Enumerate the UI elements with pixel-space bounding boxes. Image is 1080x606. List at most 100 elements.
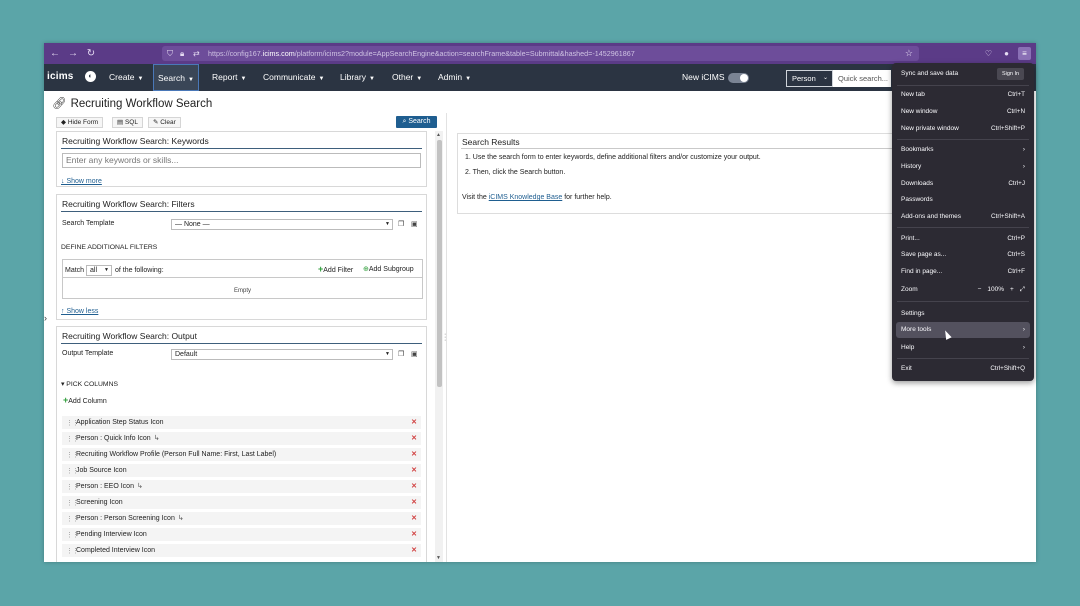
home-icon[interactable]: ◐ [85, 71, 96, 82]
menu-addons[interactable]: Add-ons and themes Ctrl+Shift+A [892, 209, 1034, 225]
hamburger-menu-icon[interactable]: ≡ [1018, 47, 1031, 60]
match-select[interactable]: all ▼ [86, 265, 112, 276]
search-button[interactable]: ⌕ Search [396, 116, 437, 128]
remove-icon[interactable]: ✕ [411, 448, 417, 462]
column-row[interactable]: ⋮⋮ Person : Person Screening Icon ↳ ✕ [62, 512, 421, 526]
clear-button[interactable]: ✎ Clear [148, 117, 181, 128]
icims-logo[interactable]: icims [47, 70, 74, 84]
menu-exit[interactable]: Exit Ctrl+Shift+Q [892, 361, 1034, 377]
page-title: 🔗︎ Recruiting Workflow Search [52, 98, 213, 110]
fullscreen-icon[interactable]: ⤢ [1020, 286, 1025, 293]
save-icon[interactable]: ▣ [411, 350, 418, 358]
show-more-link[interactable]: ↓ Show more [61, 178, 102, 185]
search-template-select[interactable]: — None — ▼ [171, 219, 393, 230]
knowledge-base-link[interactable]: iCIMS Knowledge Base [489, 194, 563, 201]
form-scroll-thumb[interactable] [437, 140, 442, 387]
menu-new-tab[interactable]: New tab Ctrl+T [892, 87, 1034, 103]
column-row[interactable]: ⋮⋮ Job Source Icon ✕ [62, 464, 421, 478]
forward-icon[interactable]: → [66, 47, 80, 61]
remove-icon[interactable]: ✕ [411, 528, 417, 542]
output-header: Recruiting Workflow Search: Output [62, 331, 197, 341]
menu-new-private-window[interactable]: New private window Ctrl+Shift+P [892, 121, 1034, 137]
url-text[interactable]: https://config167.icims.com/platform/ici… [208, 46, 635, 61]
add-column-button[interactable]: +Add Column [63, 395, 107, 405]
remove-icon[interactable]: ✕ [411, 432, 417, 446]
results-help-text: Visit the iCIMS Knowledge Base for furth… [462, 194, 612, 201]
menu-bookmarks[interactable]: Bookmarks › [892, 142, 1034, 158]
link-icon: 🔗︎ [52, 98, 67, 110]
account-icon[interactable]: ● [1000, 47, 1013, 60]
menu-passwords[interactable]: Passwords [892, 192, 1034, 208]
hide-form-button[interactable]: ◆ Hide Form [56, 117, 104, 128]
link-arrow-icon: ↳ [136, 483, 143, 490]
column-row[interactable]: ⋮⋮ Application Step Status Icon ✕ [62, 416, 421, 430]
nav-search[interactable]: Search ▼ [153, 64, 199, 91]
shield-icon[interactable]: ⛉ [167, 47, 173, 60]
nav-communicate[interactable]: Communicate ▼ [259, 64, 328, 91]
add-filter-button[interactable]: +Add Filter [318, 264, 353, 274]
scroll-down-icon[interactable]: ▼ [436, 555, 441, 561]
lock-icon[interactable]: 🔒︎ [180, 47, 184, 60]
menu-downloads[interactable]: Downloads Ctrl+J [892, 176, 1034, 192]
zoom-out-button[interactable]: − [978, 286, 982, 293]
column-row[interactable]: ⋮⋮ Screening Icon ✕ [62, 496, 421, 510]
remove-icon[interactable]: ✕ [411, 464, 417, 478]
remove-icon[interactable]: ✕ [411, 416, 417, 430]
nav-create[interactable]: Create ▼ [105, 64, 147, 91]
nav-report[interactable]: Report ▼ [208, 64, 250, 91]
keywords-input[interactable]: Enter any keywords or skills... [62, 153, 421, 168]
results-instruction-2: 2. Then, click the Search button. [465, 169, 566, 176]
bookmark-star-icon[interactable]: ☆ [905, 46, 913, 61]
browser-window: ← → ↻ ⛉ 🔒︎ ⇄ https://config167.icims.com… [44, 43, 1036, 562]
new-icims-toggle[interactable] [728, 73, 749, 83]
menu-print[interactable]: Print... Ctrl+P [892, 231, 1034, 247]
sign-in-button[interactable]: Sign In [997, 68, 1024, 80]
output-template-select[interactable]: Default ▼ [171, 349, 393, 360]
copy-icon[interactable]: ❐ [398, 220, 404, 228]
nav-library[interactable]: Library ▼ [336, 64, 379, 91]
nav-other[interactable]: Other ▼ [388, 64, 426, 91]
document-icon: ▤ [117, 119, 125, 126]
person-select[interactable]: Person ⌄ [786, 70, 833, 87]
column-row[interactable]: ⋮⋮ Person : EEO Icon ↳ ✕ [62, 480, 421, 494]
remove-icon[interactable]: ✕ [411, 512, 417, 526]
pocket-icon[interactable]: ♡ [982, 47, 995, 60]
column-row[interactable]: ⋮⋮ Completed Interview Icon ✕ [62, 544, 421, 558]
menu-save-page[interactable]: Save page as... Ctrl+S [892, 247, 1034, 263]
quick-search-input[interactable]: Quick search... [833, 70, 891, 87]
menu-more-tools[interactable]: More tools › [896, 322, 1030, 338]
new-icims-label: New iCIMS [682, 72, 725, 82]
pick-columns-toggle[interactable]: ▾ PICK COLUMNS [61, 380, 118, 388]
search-template-label: Search Template [62, 220, 115, 227]
remove-icon[interactable]: ✕ [411, 496, 417, 510]
menu-help[interactable]: Help › [892, 340, 1034, 356]
arrow-left-icon: ◆ [61, 119, 68, 126]
copy-icon[interactable]: ❐ [398, 350, 404, 358]
save-icon[interactable]: ▣ [411, 220, 418, 228]
resize-handle-icon[interactable]: · · · [444, 331, 446, 344]
menu-settings[interactable]: Settings [892, 306, 1034, 322]
column-row[interactable]: ⋮⋮ Pending Interview Icon ✕ [62, 528, 421, 542]
menu-find-in-page[interactable]: Find in page... Ctrl+F [892, 264, 1034, 280]
chevron-down-icon: ▼ [187, 77, 194, 83]
remove-icon[interactable]: ✕ [411, 544, 417, 558]
column-row[interactable]: ⋮⋮ Person : Quick Info Icon ↳ ✕ [62, 432, 421, 446]
permissions-icon[interactable]: ⇄ [193, 47, 200, 60]
zoom-level[interactable]: 100% [987, 286, 1004, 293]
address-bar[interactable]: ⛉ 🔒︎ ⇄ https://config167.icims.com/platf… [162, 46, 919, 61]
remove-icon[interactable]: ✕ [411, 480, 417, 494]
zoom-in-button[interactable]: + [1010, 286, 1014, 293]
expand-sidebar-icon[interactable]: › [44, 313, 47, 323]
sql-button[interactable]: ▤ SQL [112, 117, 143, 128]
menu-new-window[interactable]: New window Ctrl+N [892, 104, 1034, 120]
reload-icon[interactable]: ↻ [84, 47, 98, 61]
column-row[interactable]: ⋮⋮ Recruiting Workflow Profile (Person Fu… [62, 448, 421, 462]
chevron-down-icon: ▼ [240, 76, 247, 82]
chevron-down-icon: ▼ [368, 76, 375, 82]
show-less-link[interactable]: ↑ Show less [61, 308, 98, 315]
nav-admin[interactable]: Admin ▼ [434, 64, 475, 91]
menu-history[interactable]: History › [892, 159, 1034, 175]
back-icon[interactable]: ← [48, 47, 62, 61]
scroll-up-icon[interactable]: ▲ [436, 132, 441, 138]
add-subgroup-button[interactable]: ⊕Add Subgroup [363, 265, 414, 273]
